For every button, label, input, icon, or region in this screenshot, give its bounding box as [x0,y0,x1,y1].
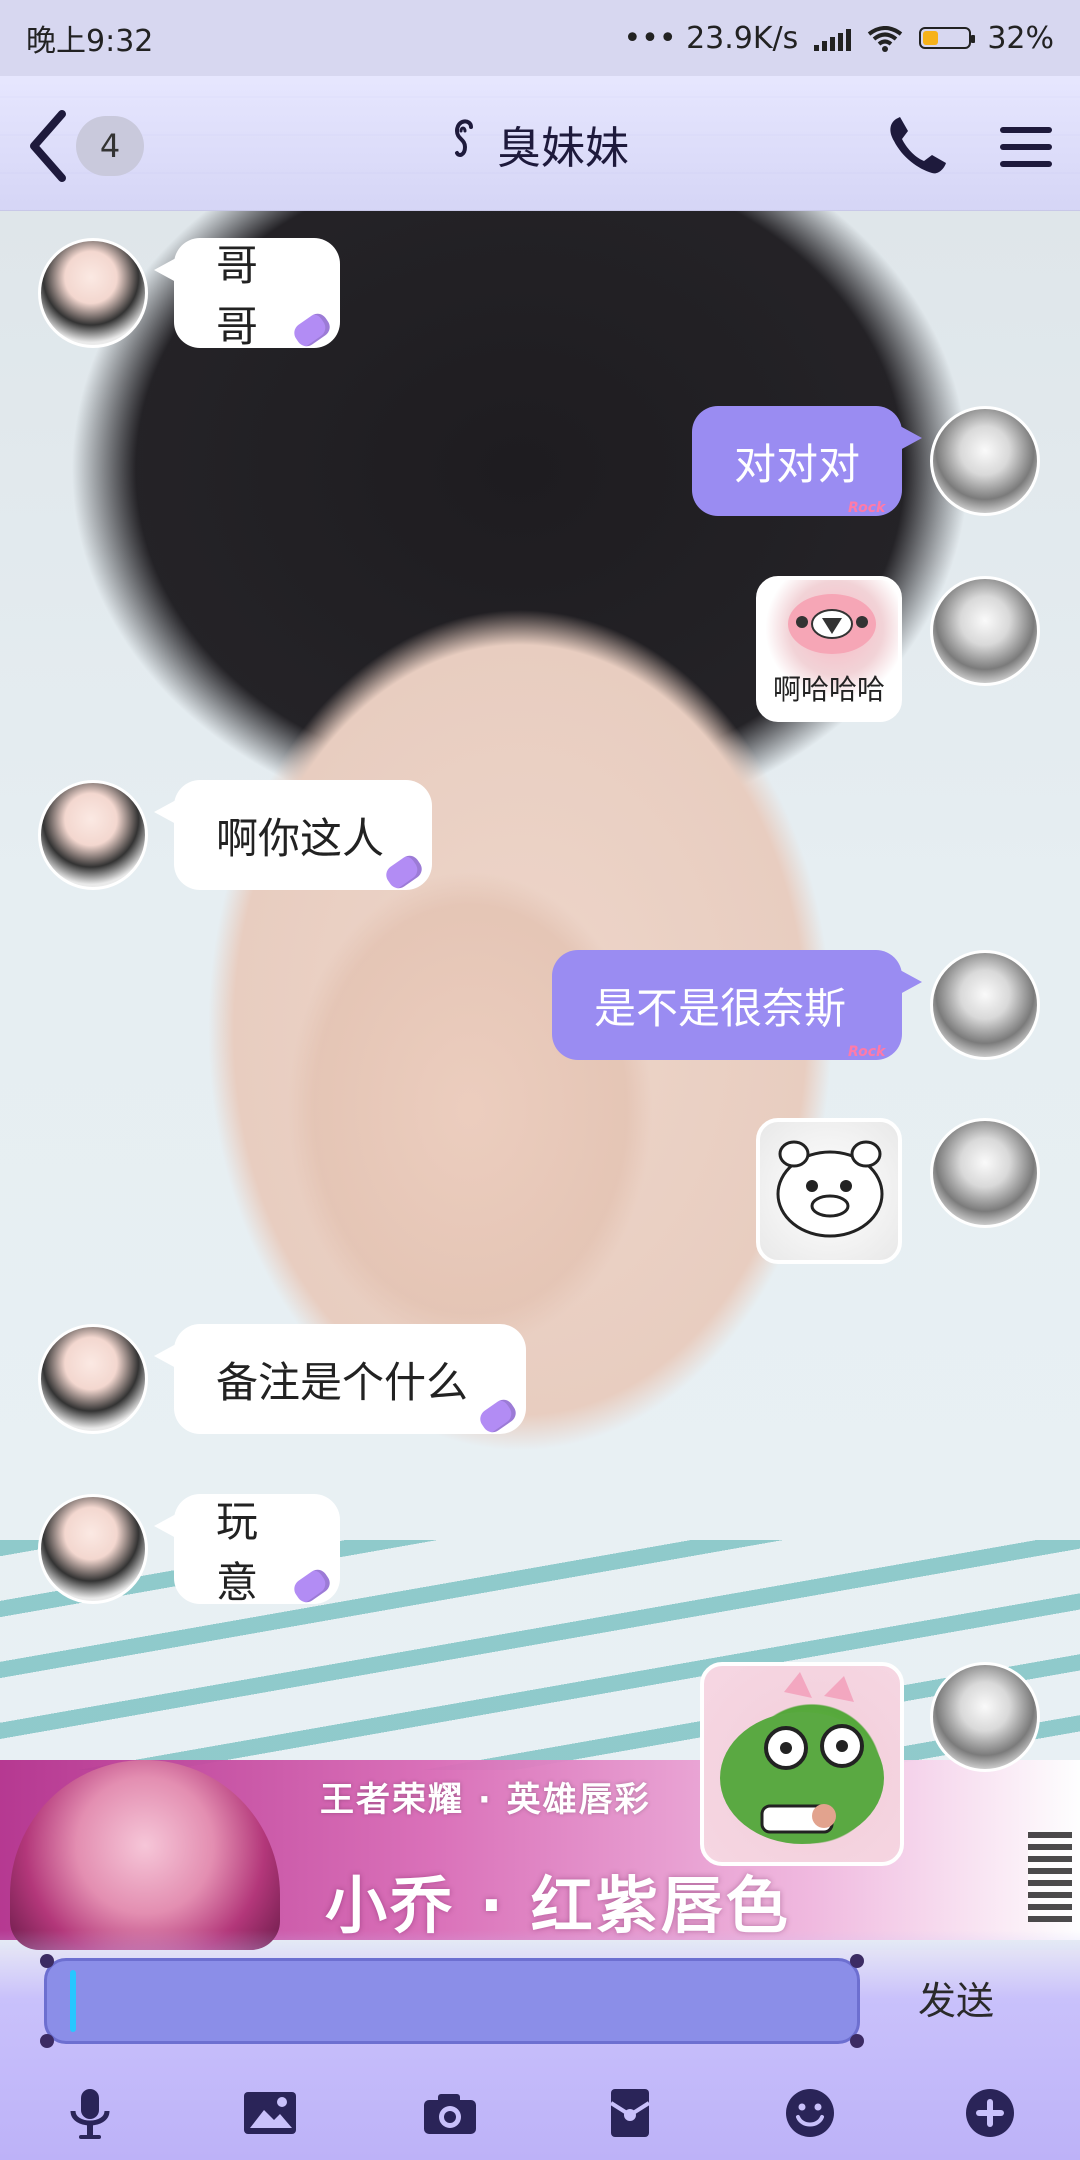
chat-header: 4 臭妹妹 [0,76,1080,211]
battery-icon [919,27,976,49]
corner-dot [850,2034,864,2048]
battery-percent: 32% [987,20,1054,56]
message-text: 备注是个什么 [216,1357,469,1407]
corner-dot [40,1954,54,1968]
camera-button[interactable] [415,2078,485,2148]
message-text: 是不是很奈斯 [594,983,847,1033]
signal-icon [814,25,852,51]
message-text: 啊你这人 [216,813,385,863]
emoji-icon [786,2088,834,2137]
my-avatar[interactable] [930,1662,1040,1772]
plus-icon [966,2088,1014,2137]
status-right-group: ••• 23.9K/s 32% [623,21,1054,56]
ear-icon [451,117,479,172]
more-button[interactable] [955,2078,1025,2148]
bubble-tail [154,800,176,824]
sticker-eye [820,1724,864,1768]
my-avatar[interactable] [930,1118,1040,1228]
send-button[interactable]: 发送 [918,1970,994,2025]
contact-avatar[interactable] [38,1324,148,1434]
image-icon [244,2091,296,2134]
menu-icon [1000,127,1052,167]
sticker-message[interactable] [756,1118,902,1264]
background-stripes [0,1540,1080,1770]
bubble-brand-tag: Rock [848,500,886,516]
sticker-eye [764,1726,808,1770]
my-avatar[interactable] [930,406,1040,516]
contact-name: 臭妹妹 [497,123,629,174]
sticker-message[interactable]: 啊哈哈哈 [756,576,902,722]
status-time: 晚上9:32 [26,24,154,59]
message-text: 玩意 [216,1497,259,1607]
camera-icon [424,2093,476,2134]
voice-button[interactable] [55,2078,125,2148]
text-cursor [70,1970,76,2032]
sticker-image [720,1672,884,1844]
qr-code-image [1028,1830,1072,1922]
sticker-caption: 啊哈哈哈 [772,673,885,706]
contact-avatar[interactable] [38,238,148,348]
message-text: 对对对 [734,439,861,489]
mic-icon [70,2088,110,2139]
call-button[interactable] [870,106,960,186]
network-speed: ••• 23.9K/s [623,20,799,56]
wifi-icon [867,25,903,52]
red-packet-icon [609,2088,651,2137]
bubble-tail [900,970,922,994]
my-avatar[interactable] [930,950,1040,1060]
contact-avatar[interactable] [38,1494,148,1604]
bubble-brand-tag: Rock [848,1044,886,1060]
contact-avatar[interactable] [38,780,148,890]
status-bar: 晚上9:32 ••• 23.9K/s 32% [0,0,1080,76]
message-input[interactable] [40,1954,864,2048]
corner-dot [40,2034,54,2048]
phone-icon [890,117,946,174]
bubble-tail [900,426,922,450]
image-button[interactable] [235,2078,305,2148]
message-text: 哥哥 [216,241,259,351]
message-bubble-incoming[interactable]: 备注是个什么 [174,1324,526,1434]
my-avatar[interactable] [930,576,1040,686]
banner-top-text: 王者荣耀 · 英雄唇彩 [320,1780,651,1820]
menu-button[interactable] [990,112,1062,182]
emoji-button[interactable] [775,2078,845,2148]
bubble-tail [154,1344,176,1368]
chat-toolbar [0,2065,1080,2160]
sticker-message[interactable] [700,1662,904,1866]
red-packet-button[interactable] [595,2078,665,2148]
bubble-tail [154,258,176,282]
corner-dot [850,1954,864,1968]
bubble-tail [154,1514,176,1538]
sticker-image [776,1140,884,1238]
